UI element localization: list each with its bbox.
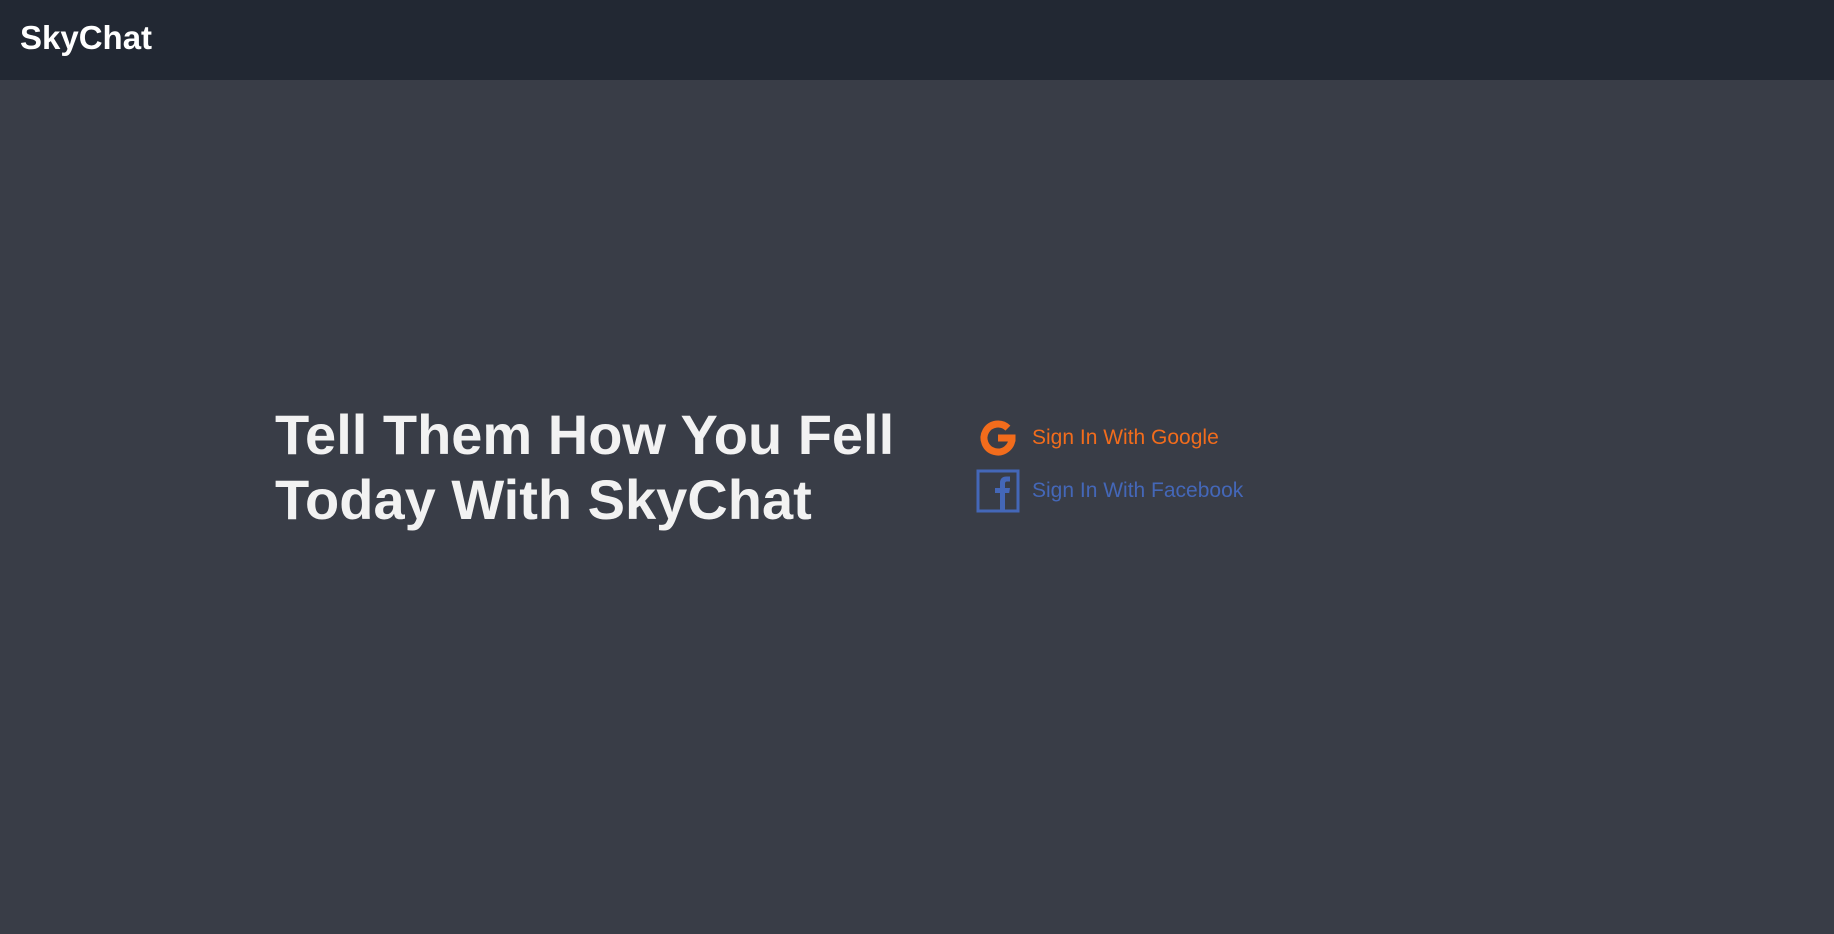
sign-in-options: Sign In With Google Sign In With Faceboo… [976, 416, 1243, 522]
sign-in-facebook-label: Sign In With Facebook [1032, 479, 1244, 502]
brand-logo[interactable]: SkyChat [20, 18, 152, 58]
top-navbar: SkyChat [0, 0, 1834, 80]
main-content: Tell Them How You Fell Today With SkyCha… [0, 80, 1834, 934]
google-icon [976, 416, 1020, 460]
facebook-icon [976, 469, 1020, 513]
sign-in-facebook-button[interactable]: Sign In With Facebook [976, 469, 1243, 513]
hero-headline: Tell Them How You Fell Today With SkyCha… [275, 403, 895, 531]
sign-in-google-button[interactable]: Sign In With Google [976, 416, 1243, 460]
sign-in-google-label: Sign In With Google [1032, 426, 1219, 449]
